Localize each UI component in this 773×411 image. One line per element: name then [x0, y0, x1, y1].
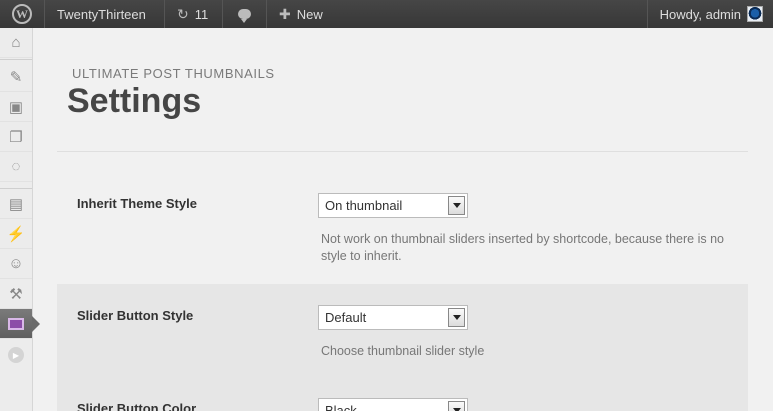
- refresh-icon: ↻: [177, 5, 189, 22]
- menu-dashboard[interactable]: ⌂: [0, 28, 32, 58]
- plugins-icon: ⚡: [6, 225, 26, 243]
- menu-users[interactable]: ☺: [0, 249, 32, 279]
- menu-pages[interactable]: ❐: [0, 122, 32, 152]
- site-name-label: TwentyThirteen: [57, 6, 146, 22]
- admin-bar: W TwentyThirteen ↻ 11 ✚ New Howdy, admin: [0, 0, 773, 28]
- setting-label: Slider Button Style: [77, 308, 194, 323]
- plugin-name: ULTIMATE POST THUMBNAILS: [72, 66, 275, 81]
- menu-tools[interactable]: ⚒: [0, 279, 32, 309]
- avatar: [747, 6, 763, 22]
- menu-ultimate-post-thumbnails[interactable]: [0, 309, 40, 339]
- slider-button-style-select[interactable]: Default: [318, 305, 468, 330]
- posts-pin-icon: ✎: [9, 68, 23, 86]
- slider-button-color-select[interactable]: Black: [318, 398, 468, 411]
- pages-icon: ❐: [9, 128, 23, 146]
- plus-icon: ✚: [279, 5, 291, 22]
- dropdown-arrow-icon[interactable]: [448, 196, 465, 215]
- media-icon: ▣: [8, 98, 24, 116]
- setting-row-inherit-theme-style: Inherit Theme Style On thumbnail Not wor…: [57, 152, 748, 284]
- setting-description: Not work on thumbnail sliders inserted b…: [321, 232, 724, 263]
- select-value: Default: [325, 310, 367, 325]
- new-content-menu[interactable]: ✚ New: [267, 0, 335, 28]
- users-icon: ☺: [8, 255, 24, 272]
- collapse-menu-icon: ▶: [12, 350, 20, 360]
- menu-appearance[interactable]: ▤: [0, 189, 32, 219]
- updates-count: 11: [194, 6, 209, 22]
- my-account-menu[interactable]: Howdy, admin: [646, 0, 773, 28]
- setting-label: Slider Button Color: [77, 401, 197, 411]
- appearance-icon: ▤: [8, 195, 24, 213]
- select-value: Black: [325, 403, 357, 411]
- new-label: New: [296, 6, 323, 22]
- dropdown-arrow-icon[interactable]: [448, 401, 465, 411]
- wordpress-logo-icon: W: [12, 4, 32, 24]
- collapse-menu-button[interactable]: ▶: [8, 347, 24, 363]
- dashboard-icon: ⌂: [11, 34, 21, 51]
- inherit-theme-style-select[interactable]: On thumbnail: [318, 193, 468, 218]
- menu-separator: [0, 59, 32, 60]
- updates-link[interactable]: ↻ 11: [165, 0, 223, 28]
- main-content: ULTIMATE POST THUMBNAILS Settings Inheri…: [57, 28, 773, 411]
- wordpress-menu[interactable]: W: [0, 0, 45, 28]
- admin-menu: ⌂ ✎ ▣ ❐ ◌ ▤ ⚡ ☺ ⚒ ▶: [0, 28, 40, 411]
- select-value: On thumbnail: [325, 198, 403, 213]
- menu-posts[interactable]: ✎: [0, 62, 32, 92]
- setting-row-slider-button-style: Slider Button Style Default Choose thumb…: [57, 284, 748, 380]
- ultimate-post-thumbnails-icon: [8, 317, 24, 330]
- tools-icon: ⚒: [9, 285, 23, 303]
- dropdown-arrow-icon[interactable]: [448, 308, 465, 327]
- setting-description: Choose thumbnail slider style: [321, 344, 485, 358]
- menu-comments[interactable]: ◌: [0, 152, 32, 182]
- howdy-label: Howdy, admin: [659, 6, 741, 22]
- setting-label: Inherit Theme Style: [77, 196, 197, 211]
- comments-link[interactable]: [223, 0, 267, 28]
- site-name-link[interactable]: TwentyThirteen: [45, 0, 165, 28]
- comments-icon: ◌: [11, 158, 21, 175]
- comment-bubble-icon: [238, 9, 251, 23]
- setting-row-slider-button-color: Slider Button Color Black: [57, 380, 748, 411]
- menu-media[interactable]: ▣: [0, 92, 32, 122]
- menu-plugins[interactable]: ⚡: [0, 219, 32, 249]
- page-title: Settings: [67, 82, 202, 120]
